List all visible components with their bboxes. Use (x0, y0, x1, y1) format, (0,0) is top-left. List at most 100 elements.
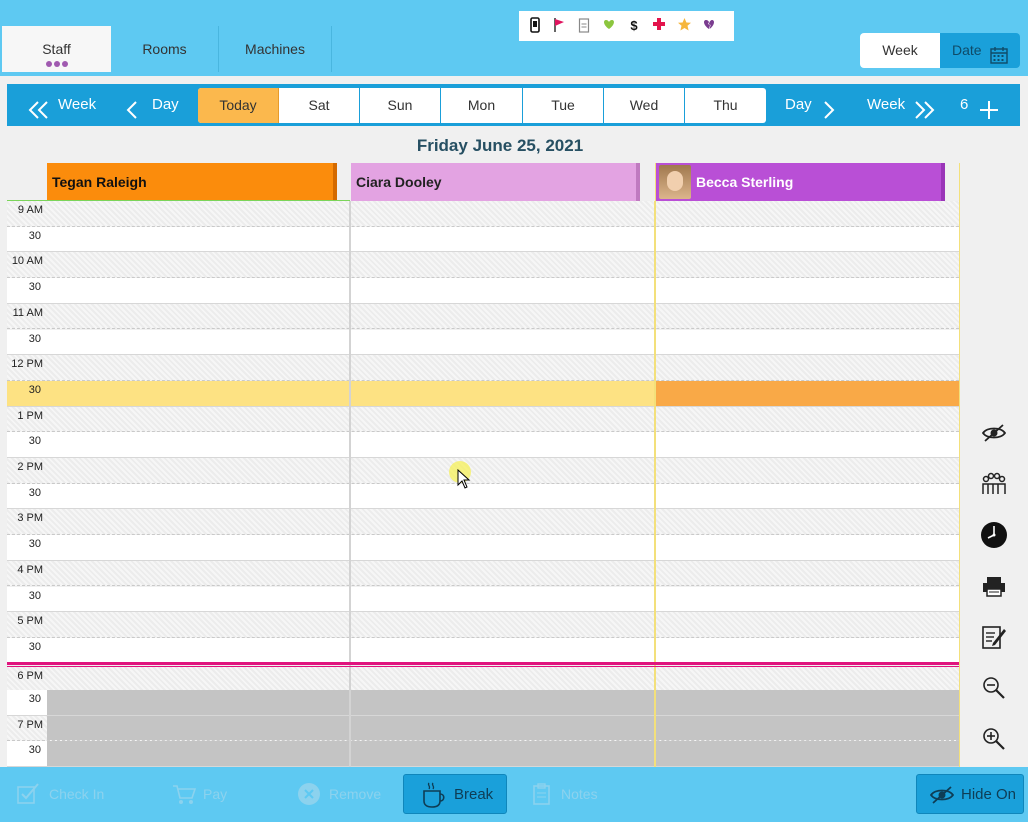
page-title: Friday June 25, 2021 (416, 136, 584, 155)
time-slot-row[interactable]: 30 (7, 432, 959, 458)
time-label: 30 (28, 693, 41, 705)
cursor-highlight (449, 461, 471, 489)
visibility-tool[interactable] (980, 419, 1010, 449)
time-slot-row[interactable]: 2 PM (7, 458, 959, 484)
cross-icon[interactable] (650, 17, 668, 35)
column-divider (654, 201, 656, 767)
zoom-out-tool[interactable] (980, 674, 1010, 704)
remove-label: Remove (329, 786, 382, 802)
phone-icon[interactable] (526, 17, 544, 35)
coffee-cup-icon (421, 781, 447, 822)
tab-machines[interactable]: Machines (219, 26, 331, 72)
date-nav-bar: Week Day Today Sat Sun Mon Tue Wed Thu D… (7, 84, 1020, 126)
star-icon[interactable] (675, 17, 693, 35)
time-slot-row[interactable]: 6 PM (7, 667, 959, 693)
day-tue[interactable]: Tue (523, 88, 604, 123)
time-slot-row-closed[interactable]: 30 (7, 690, 959, 716)
chevron-left-icon (125, 95, 139, 137)
tab-rooms-label: Rooms (142, 41, 187, 57)
top-bar: Staff Rooms Machines $ Week Date (0, 0, 1028, 76)
time-label: 30 (28, 538, 41, 551)
double-chevron-left-icon (27, 95, 51, 137)
time-label: 6 PM (17, 670, 43, 682)
zoom-in-icon (980, 728, 1008, 757)
time-slot-row[interactable]: 3 PM (7, 509, 959, 536)
print-tool[interactable] (980, 572, 1010, 602)
notes-label: Notes (561, 786, 598, 802)
time-label: 30 (28, 332, 41, 345)
time-slot-row[interactable]: 5 PM (7, 612, 959, 638)
time-label: 4 PM (17, 563, 43, 576)
time-label: 30 (28, 486, 41, 499)
time-slot-row-closed[interactable]: 7 PM (7, 715, 959, 742)
time-label: 30 (28, 435, 41, 448)
group-icon (980, 472, 1008, 502)
time-slot-row[interactable]: 9 AM (7, 201, 959, 227)
clock-tool[interactable] (980, 521, 1010, 551)
time-slot-row[interactable]: 30 (7, 226, 959, 253)
time-slot-row[interactable]: 30 (7, 637, 959, 664)
time-slot-row[interactable]: 11 AM (7, 303, 959, 330)
day-wed[interactable]: Wed (604, 88, 685, 123)
next-day-label: Day (785, 96, 812, 113)
notes-tool[interactable] (980, 623, 1010, 653)
day-thu[interactable]: Thu (685, 88, 766, 123)
break-button[interactable]: Break (403, 774, 507, 814)
hide-on-label: Hide On (961, 786, 1017, 803)
dollar-icon[interactable]: $ (625, 17, 643, 35)
more-dots-icon (2, 59, 111, 67)
time-slot-row-highlighted[interactable]: 30 (7, 380, 959, 407)
hide-on-button[interactable]: Hide On (916, 774, 1024, 814)
staff-header-ciara-dooley[interactable]: Ciara Dooley (351, 163, 640, 201)
eye-slash-icon (929, 783, 955, 822)
day-sat[interactable]: Sat (279, 88, 360, 123)
time-slot-row[interactable]: 30 (7, 483, 959, 510)
view-switch: Week Date (860, 33, 1020, 68)
time-slot-row-closed[interactable]: 30 (7, 741, 959, 767)
broken-heart-icon[interactable] (700, 17, 718, 35)
week-view-button[interactable]: Week (860, 33, 940, 68)
time-label: 9 AM (17, 204, 43, 216)
day-sun[interactable]: Sun (360, 88, 441, 123)
time-label: 10 AM (11, 255, 43, 268)
day-today[interactable]: Today (198, 88, 279, 123)
schedule-grid[interactable]: 9 AM 30 10 AM 30 11 AM 30 12 PM 30 1 PM … (7, 201, 959, 767)
tab-staff[interactable]: Staff (2, 26, 111, 72)
heart-icon[interactable] (600, 17, 618, 35)
time-label: 30 (28, 640, 41, 653)
time-slot-row[interactable]: 30 (7, 586, 959, 613)
time-slot-row[interactable]: 30 (7, 278, 959, 304)
slot-highlight (656, 380, 959, 406)
time-label: 30 (28, 383, 41, 396)
day-mon[interactable]: Mon (441, 88, 523, 123)
time-slot-row[interactable]: 30 (7, 329, 959, 356)
prev-day-button[interactable]: Day (125, 84, 185, 126)
flag-icon[interactable] (550, 17, 568, 35)
time-slot-row[interactable]: 1 PM (7, 406, 959, 433)
tab-staff-label: Staff (42, 41, 71, 57)
time-label: 2 PM (17, 461, 43, 473)
time-label: 30 (28, 281, 41, 294)
next-day-button[interactable]: Day (785, 84, 845, 126)
staff-header-tegan-raleigh[interactable]: Tegan Raleigh (47, 163, 337, 201)
time-slot-row[interactable]: 30 (7, 535, 959, 561)
prev-day-label: Day (152, 96, 179, 113)
zoom-in-tool[interactable] (980, 725, 1010, 755)
next-week-button[interactable]: Week (867, 84, 947, 126)
add-day-button[interactable] (979, 95, 999, 119)
group-tool[interactable] (980, 470, 1010, 500)
cart-icon (172, 783, 197, 813)
time-label: 30 (28, 744, 41, 757)
clipboard-icon[interactable] (575, 17, 593, 35)
zoom-out-icon (980, 677, 1008, 706)
time-slot-row[interactable]: 10 AM (7, 252, 959, 279)
check-in-label: Check In (49, 786, 105, 802)
tab-rooms[interactable]: Rooms (111, 26, 218, 72)
printer-icon (980, 577, 1008, 604)
time-slot-row[interactable]: 4 PM (7, 560, 959, 587)
closed-block (47, 690, 959, 715)
date-view-button[interactable]: Date (940, 33, 1020, 68)
chevron-right-icon (822, 95, 836, 137)
remove-circle-icon (297, 782, 321, 814)
time-slot-row[interactable]: 12 PM (7, 355, 959, 381)
